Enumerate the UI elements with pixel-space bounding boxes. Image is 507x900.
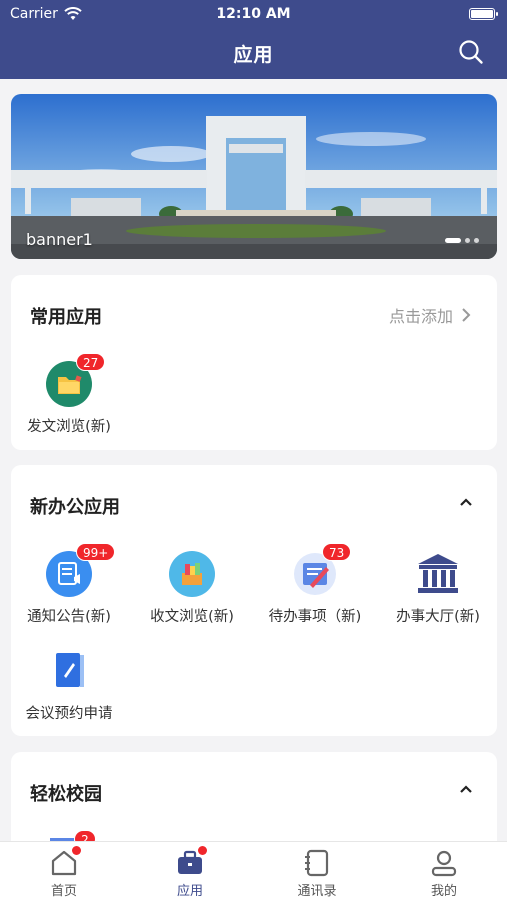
page-title: 应用 (233, 44, 274, 66)
pagination-dot (465, 238, 470, 243)
easy-campus-title: 轻松校园 (30, 784, 102, 805)
app-todo[interactable]: 73 待办事项（新) (253, 543, 377, 626)
app-label: 会议预约申请 (25, 706, 113, 722)
pagination-dot (474, 238, 479, 243)
tab-contacts[interactable]: 通讯录 (254, 848, 380, 899)
tab-label: 通讯录 (297, 884, 337, 899)
app-service-hall[interactable]: 办事大厅(新) (376, 551, 500, 626)
banner-carousel[interactable]: banner1 (11, 94, 497, 259)
status-bar: Carrier 12:10 AM (0, 0, 507, 30)
chevron-up-icon[interactable] (457, 780, 475, 798)
app-received-browse[interactable]: 收文浏览(新) (130, 551, 254, 626)
content-scroll[interactable]: banner1 常用应用 点击添加 27 发文浏览(新) 新办公应用 99+ 通… (0, 79, 507, 841)
address-book-icon (305, 849, 329, 877)
tab-label: 应用 (176, 884, 203, 899)
tab-label: 首页 (50, 884, 77, 899)
battery-icon (469, 8, 498, 20)
banner-pagination (445, 238, 479, 243)
chevron-right-icon (462, 308, 471, 322)
pagination-dot-active (445, 238, 461, 243)
unread-dot (72, 846, 81, 855)
notification-badge: 2 (74, 830, 96, 841)
tab-home[interactable]: 首页 (1, 846, 127, 899)
notebook-icon (56, 653, 84, 687)
add-apps-button[interactable]: 点击添加 (389, 303, 471, 327)
common-apps-title: 常用应用 (30, 307, 102, 328)
notification-badge: 73 (322, 543, 352, 561)
new-office-apps-card: 新办公应用 99+ 通知公告(新) 收文浏览(新) 73 待办事项（新) 办事大… (11, 465, 497, 736)
new-office-apps-title: 新办公应用 (30, 497, 120, 518)
building-icon (418, 554, 458, 593)
bottom-tab-bar: 首页 应用 通讯录 我的 (0, 841, 507, 900)
app-label: 待办事项（新) (268, 609, 362, 625)
app-meeting-booking[interactable]: 会议预约申请 (7, 648, 131, 723)
chevron-up-icon[interactable] (457, 493, 475, 511)
add-apps-label: 点击添加 (388, 307, 453, 326)
app-label: 通知公告(新) (27, 609, 111, 625)
app-dispatch-browse[interactable]: 27 发文浏览(新) (7, 353, 131, 436)
app-label: 办事大厅(新) (396, 609, 480, 625)
app-notice[interactable]: 99+ 通知公告(新) (7, 543, 131, 626)
unread-dot (198, 846, 207, 855)
user-icon (431, 850, 457, 877)
app-label: 发文浏览(新) (27, 419, 111, 435)
tab-label: 我的 (430, 884, 457, 899)
status-time: 12:10 AM (216, 6, 291, 22)
top-bar: Carrier 12:10 AM 应用 (0, 0, 507, 79)
app-label: 收文浏览(新) (150, 609, 234, 625)
inbox-icon (169, 551, 215, 597)
notification-badge: 27 (76, 353, 106, 371)
search-icon[interactable] (457, 38, 485, 66)
tab-apps[interactable]: 应用 (127, 846, 253, 899)
notification-badge: 99+ (76, 543, 116, 561)
banner-caption: banner1 (26, 230, 93, 249)
easy-campus-card: 轻松校园 2 (11, 752, 497, 841)
tab-me[interactable]: 我的 (381, 848, 507, 899)
common-apps-card: 常用应用 点击添加 27 发文浏览(新) (11, 275, 497, 450)
